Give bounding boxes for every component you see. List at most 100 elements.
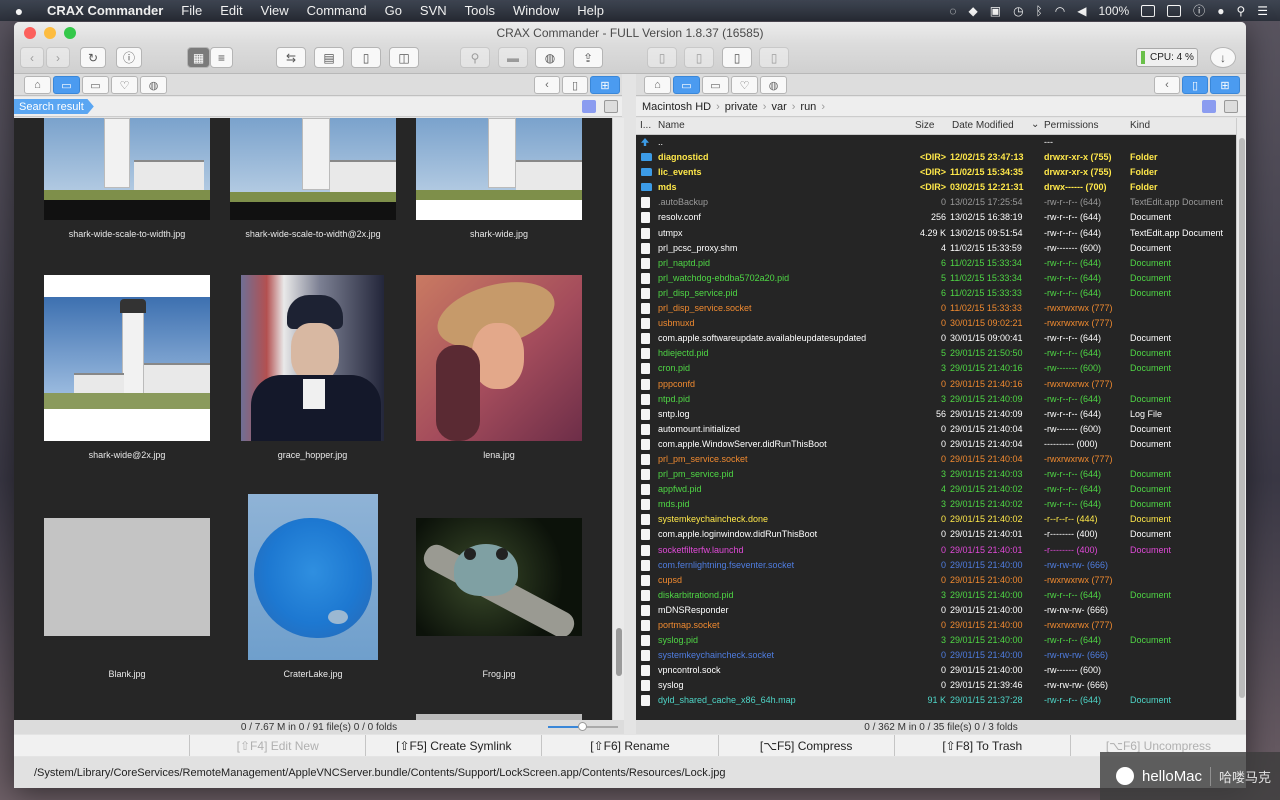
crumb-var[interactable]: var: [771, 101, 786, 113]
left-favorites-button[interactable]: ♡: [111, 76, 138, 94]
col-icon-header[interactable]: I...: [640, 120, 651, 131]
menu-file[interactable]: File: [172, 3, 211, 18]
apple-menu-icon[interactable]: ●: [0, 3, 38, 19]
right-scrollbar[interactable]: [1236, 118, 1246, 720]
grid-view-button[interactable]: ▦: [187, 47, 210, 68]
right-view-button[interactable]: ⊞: [1210, 76, 1240, 94]
file-row[interactable]: pppconfd 0 29/01/15 21:40:16 -rwxrwxrwx (77…: [636, 377, 1236, 392]
thumb-item[interactable]: shark-wide-scale-to-width@2x.jpg: [230, 118, 396, 239]
fkey-blank[interactable]: [14, 735, 190, 756]
bluetooth-icon[interactable]: ᛒ: [1036, 4, 1043, 18]
thumb-item[interactable]: shark-wide-scale-to-width.jpg: [44, 118, 210, 239]
wifi-icon[interactable]: ◠: [1055, 4, 1065, 18]
right-back-button[interactable]: ‹: [1154, 76, 1180, 94]
crumb-private[interactable]: private: [725, 101, 758, 113]
dual-pane-button[interactable]: ◫: [389, 47, 419, 68]
refresh-button[interactable]: ↻: [80, 47, 106, 68]
fkey-edit-new[interactable]: [⇧F4] Edit New: [190, 735, 366, 756]
compare-button[interactable]: ⇆: [276, 47, 306, 68]
delete-button[interactable]: ▯: [759, 47, 789, 68]
fkey-compress[interactable]: [⌥F5] Compress: [718, 735, 894, 756]
copy-button[interactable]: ▯: [684, 47, 714, 68]
file-row[interactable]: cron.pid 3 29/01/15 21:40:16 -rw------- (60…: [636, 361, 1236, 376]
menu-svn[interactable]: SVN: [411, 3, 456, 18]
info-button[interactable]: ⓘ: [116, 47, 142, 68]
file-row[interactable]: vpncontrol.sock 0 29/01/15 21:40:00 -rw----…: [636, 663, 1236, 678]
file-row[interactable]: cupsd 0 29/01/15 21:40:00 -rwxrwxrwx (777): [636, 573, 1236, 588]
display-icon[interactable]: [1167, 4, 1182, 17]
menu-go[interactable]: Go: [376, 3, 411, 18]
file-row[interactable]: automount.initialized 0 29/01/15 21:40:04 -…: [636, 422, 1236, 437]
file-row[interactable]: portmap.socket 0 29/01/15 21:40:00 -rwxrwxr…: [636, 618, 1236, 633]
menu-help[interactable]: Help: [568, 3, 613, 18]
forward-button[interactable]: ›: [46, 47, 70, 68]
file-row[interactable]: mds <DIR> 03/02/15 12:21:31 drwx------ (700…: [636, 180, 1236, 195]
right-scrollbar-knob[interactable]: [1239, 138, 1245, 698]
right-drive-button[interactable]: ▭: [673, 76, 700, 94]
spotlight-icon[interactable]: ⚲: [1236, 4, 1245, 18]
right-favorites-button[interactable]: ♡: [731, 76, 758, 94]
file-row[interactable]: systemkeychaincheck.socket 0 29/01/15 21:4…: [636, 648, 1236, 663]
zoom-slider-knob[interactable]: [578, 722, 587, 731]
minimize-window-button[interactable]: [44, 27, 56, 39]
battery-percent[interactable]: 100%: [1098, 4, 1129, 18]
battery-icon[interactable]: [1141, 4, 1156, 17]
file-row[interactable]: .. ---: [636, 135, 1236, 150]
file-row[interactable]: com.apple.softwareupdate.availableupdate…: [636, 331, 1236, 346]
file-row[interactable]: syslog 0 29/01/15 21:39:46 -rw-rw-rw- (666): [636, 678, 1236, 693]
edit-button[interactable]: ▯: [722, 47, 752, 68]
file-row[interactable]: prl_disp_service.socket 0 11/02/15 15:33:3…: [636, 301, 1236, 316]
menu-command[interactable]: Command: [298, 3, 376, 18]
col-date-header[interactable]: Date Modified: [952, 120, 1014, 131]
file-row[interactable]: mDNSResponder 0 29/01/15 21:40:00 -rw-rw-rw…: [636, 603, 1236, 618]
right-disk-button[interactable]: ▭: [702, 76, 729, 94]
file-row[interactable]: ntpd.pid 3 29/01/15 21:40:09 -rw-r--r-- (64…: [636, 392, 1236, 407]
thumb-item[interactable]: CraterLake.jpg: [248, 494, 378, 679]
thumb-item[interactable]: grace_hopper.jpg: [241, 275, 384, 460]
file-row[interactable]: mds.pid 3 29/01/15 21:40:02 -rw-r--r-- (644…: [636, 497, 1236, 512]
right-network-button[interactable]: ◍: [760, 76, 787, 94]
file-row[interactable]: com.apple.WindowServer.didRunThisBoot 0 29…: [636, 437, 1236, 452]
file-row[interactable]: prl_pcsc_proxy.shm 4 11/02/15 15:33:59 -rw-…: [636, 241, 1236, 256]
file-row[interactable]: com.apple.loginwindow.didRunThisBoot 0 29/…: [636, 527, 1236, 542]
zoom-window-button[interactable]: [64, 27, 76, 39]
thumb-item[interactable]: Blank.jpg: [44, 494, 210, 679]
thumb-item[interactable]: Frog.jpg: [416, 494, 582, 679]
left-scrollbar[interactable]: [612, 118, 624, 720]
left-view-button[interactable]: ⊞: [590, 76, 620, 94]
network-button[interactable]: ◍: [535, 47, 565, 68]
search-result-badge[interactable]: Search result: [14, 99, 94, 114]
right-newtab-button[interactable]: ▯: [1182, 76, 1208, 94]
right-thumb-mode-icon[interactable]: [1202, 100, 1216, 113]
notification-icon[interactable]: ◌: [949, 4, 956, 18]
sort-chevron-down-icon[interactable]: ⌄: [1031, 119, 1039, 130]
file-row[interactable]: usbmuxd 0 30/01/15 09:02:21 -rwxrwxrwx (777…: [636, 316, 1236, 331]
single-pane-button[interactable]: ▯: [351, 47, 381, 68]
file-row[interactable]: socketfilterfw.launchd 0 29/01/15 21:40:01…: [636, 543, 1236, 558]
lock-icon[interactable]: ▣: [990, 4, 1001, 18]
file-row[interactable]: diskarbitrationd.pid 3 29/01/15 21:40:00 -r…: [636, 588, 1236, 603]
file-row[interactable]: com.fernlightning.fseventer.socket 0 29/01…: [636, 558, 1236, 573]
left-network-button[interactable]: ◍: [140, 76, 167, 94]
right-list-mode-icon[interactable]: [1224, 100, 1238, 113]
thumb-item[interactable]: lena.jpg: [416, 275, 582, 460]
file-row[interactable]: lic_events <DIR> 11/02/15 15:34:35 drwxr-xr…: [636, 165, 1236, 180]
download-button[interactable]: ↓: [1210, 47, 1236, 68]
col-perm-header[interactable]: Permissions: [1044, 120, 1098, 131]
user-icon[interactable]: ●: [1217, 4, 1224, 18]
file-row[interactable]: syslog.pid 3 29/01/15 21:40:00 -rw-r--r-- (…: [636, 633, 1236, 648]
file-row[interactable]: prl_watchdog-ebdba5702a20.pid 5 11/02/15 1…: [636, 271, 1236, 286]
dropbox-icon[interactable]: ◆: [968, 4, 977, 18]
file-row[interactable]: prl_naptd.pid 6 11/02/15 15:33:34 -rw-r--r-…: [636, 256, 1236, 271]
new-file-button[interactable]: ▯: [647, 47, 677, 68]
menu-edit[interactable]: Edit: [211, 3, 251, 18]
notification-center-icon[interactable]: ☰: [1257, 4, 1268, 18]
close-window-button[interactable]: [24, 27, 36, 39]
file-row[interactable]: hdiejectd.pid 5 29/01/15 21:50:50 -rw-r--r-…: [636, 346, 1236, 361]
file-row[interactable]: systemkeychaincheck.done 0 29/01/15 21:40:…: [636, 512, 1236, 527]
fkey-create-symlink[interactable]: [⇧F5] Create Symlink: [366, 735, 542, 756]
menu-tools[interactable]: Tools: [456, 3, 504, 18]
list-view-button[interactable]: ≡: [210, 47, 233, 68]
info-icon[interactable]: ⓘ: [1193, 2, 1205, 19]
menu-app-name[interactable]: CRAX Commander: [38, 3, 172, 18]
